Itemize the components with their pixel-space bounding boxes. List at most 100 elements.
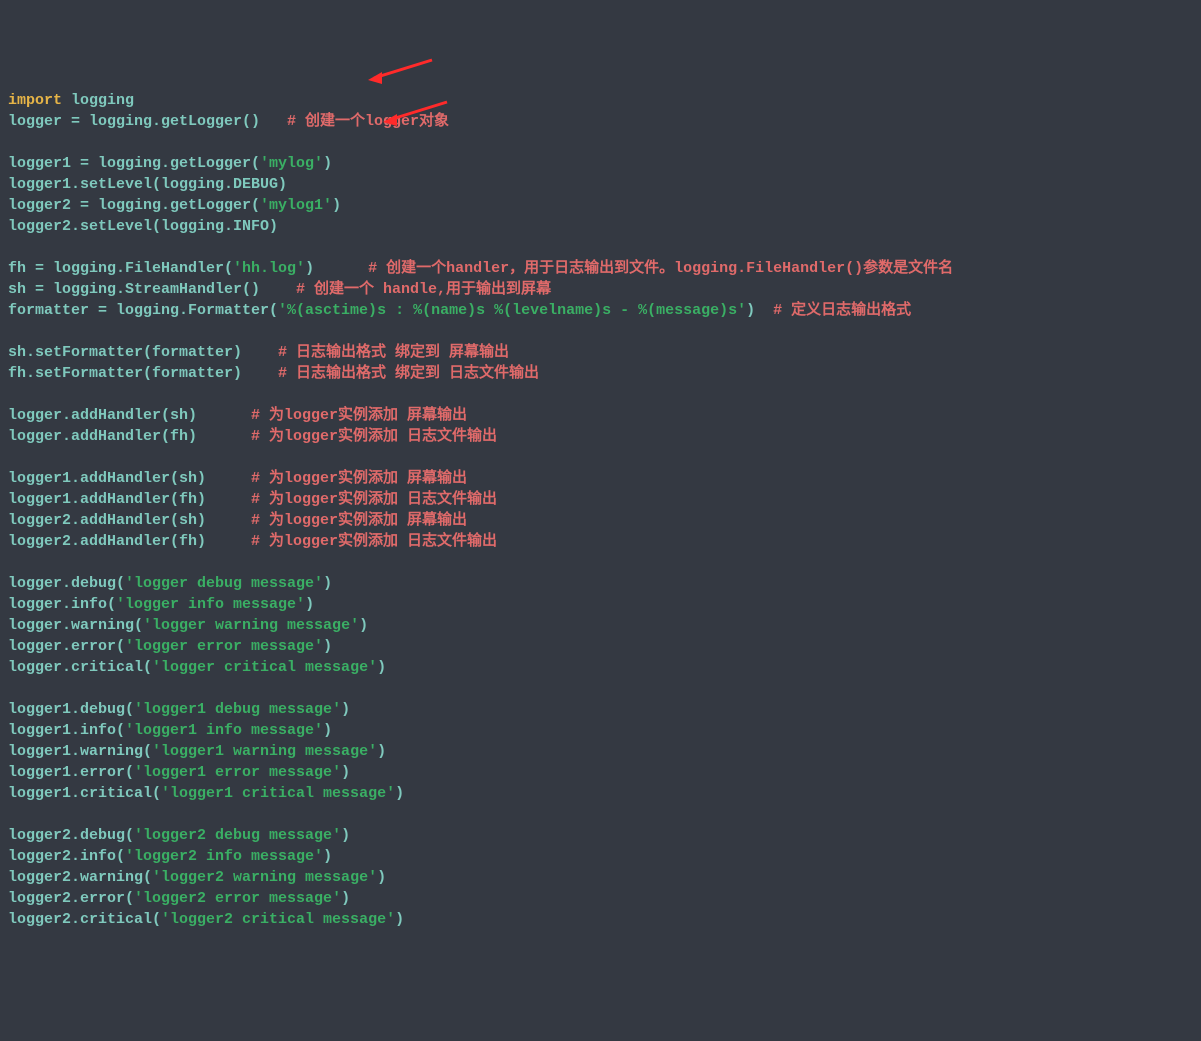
code-line: logger1.addHandler(fh) # 为logger实例添加 日志文… [8, 489, 1193, 510]
code-line: logger2.warning('logger2 warning message… [8, 867, 1193, 888]
code-token: ) [323, 722, 332, 739]
code-token: logger2.addHandler(sh) [8, 512, 251, 529]
code-token: # 创建一个handler，用于日志输出到文件。logging.FileHand… [368, 260, 953, 277]
code-token: import [8, 92, 62, 109]
code-line: logger2.info('logger2 info message') [8, 846, 1193, 867]
code-line: logger2.debug('logger2 debug message') [8, 825, 1193, 846]
code-token: logger2.critical( [8, 911, 161, 928]
code-token: ) [377, 743, 386, 760]
code-token: ) [323, 848, 332, 865]
code-token: logger1.debug( [8, 701, 134, 718]
code-token: logger2.setLevel(logging.INFO) [8, 218, 278, 235]
code-token: 'logger2 debug message' [134, 827, 341, 844]
code-line: logger2 = logging.getLogger('mylog1') [8, 195, 1193, 216]
code-line: logger.warning('logger warning message') [8, 615, 1193, 636]
code-line: fh = logging.FileHandler('hh.log') # 创建一… [8, 258, 1193, 279]
code-line [8, 804, 1193, 825]
code-token: ) [395, 785, 404, 802]
code-line: import logging [8, 90, 1193, 111]
code-token: # 为logger实例添加 日志文件输出 [251, 491, 497, 508]
code-token: ) [341, 890, 350, 907]
code-line [8, 447, 1193, 468]
code-block: import logginglogger = logging.getLogger… [8, 90, 1193, 930]
code-token: # 创建一个logger对象 [287, 113, 449, 130]
code-line: formatter = logging.Formatter('%(asctime… [8, 300, 1193, 321]
code-token: ) [323, 155, 332, 172]
code-token: ) [377, 659, 386, 676]
code-token: sh = logging.StreamHandler() [8, 281, 296, 298]
code-token: 'mylog1' [260, 197, 332, 214]
code-token: # 为logger实例添加 日志文件输出 [251, 428, 497, 445]
code-line: logger1.info('logger1 info message') [8, 720, 1193, 741]
code-token: logger.critical( [8, 659, 152, 676]
code-token: # 为logger实例添加 日志文件输出 [251, 533, 497, 550]
code-line [8, 384, 1193, 405]
code-token: 'logger2 warning message' [152, 869, 377, 886]
code-line: logger.info('logger info message') [8, 594, 1193, 615]
code-token: ) [746, 302, 773, 319]
code-line [8, 552, 1193, 573]
code-line: fh.setFormatter(formatter) # 日志输出格式 绑定到 … [8, 363, 1193, 384]
code-token: 'logger1 debug message' [134, 701, 341, 718]
code-token: 'logger1 warning message' [152, 743, 377, 760]
code-line [8, 132, 1193, 153]
code-token: logger.debug( [8, 575, 125, 592]
code-token: sh.setFormatter(formatter) [8, 344, 278, 361]
code-token: logger1.setLevel(logging.DEBUG) [8, 176, 287, 193]
code-line: logger2.critical('logger2 critical messa… [8, 909, 1193, 930]
code-line: logger2.addHandler(fh) # 为logger实例添加 日志文… [8, 531, 1193, 552]
code-line [8, 321, 1193, 342]
code-token: # 创建一个 handle,用于输出到屏幕 [296, 281, 551, 298]
code-token: logger1.critical( [8, 785, 161, 802]
code-line: logger2.addHandler(sh) # 为logger实例添加 屏幕输… [8, 510, 1193, 531]
code-token: 'hh.log' [233, 260, 305, 277]
code-token: 'logger1 critical message' [161, 785, 395, 802]
code-token: logger = logging.getLogger() [8, 113, 287, 130]
code-line: logger2.setLevel(logging.INFO) [8, 216, 1193, 237]
code-token: logger2 = logging.getLogger( [8, 197, 260, 214]
code-token: 'logger1 error message' [134, 764, 341, 781]
code-line: logger1.addHandler(sh) # 为logger实例添加 屏幕输… [8, 468, 1193, 489]
code-token: logger1 = logging.getLogger( [8, 155, 260, 172]
code-line: logger1.setLevel(logging.DEBUG) [8, 174, 1193, 195]
code-token: 'logger2 critical message' [161, 911, 395, 928]
code-token: logger.info( [8, 596, 116, 613]
code-token: ) [341, 827, 350, 844]
code-token: 'logger critical message' [152, 659, 377, 676]
code-token: 'logger1 info message' [125, 722, 323, 739]
code-token: fh.setFormatter(formatter) [8, 365, 278, 382]
code-token: 'logger warning message' [143, 617, 359, 634]
code-token: ) [305, 260, 368, 277]
code-line: sh = logging.StreamHandler() # 创建一个 hand… [8, 279, 1193, 300]
code-line [8, 237, 1193, 258]
code-token: logger.addHandler(sh) [8, 407, 251, 424]
code-token: formatter = logging.Formatter( [8, 302, 278, 319]
code-token: logger2.addHandler(fh) [8, 533, 251, 550]
code-token: ) [332, 197, 341, 214]
code-token: '%(asctime)s : %(name)s %(levelname)s - … [278, 302, 746, 319]
code-token: ) [395, 911, 404, 928]
code-line: logger1.critical('logger1 critical messa… [8, 783, 1193, 804]
code-token: # 定义日志输出格式 [773, 302, 911, 319]
code-line: logger.critical('logger critical message… [8, 657, 1193, 678]
code-token: ) [341, 764, 350, 781]
code-token: logger.error( [8, 638, 125, 655]
code-line: logger2.error('logger2 error message') [8, 888, 1193, 909]
code-token: 'logger2 error message' [134, 890, 341, 907]
code-token: logger2.info( [8, 848, 125, 865]
code-token: logger2.error( [8, 890, 134, 907]
code-token: logger1.info( [8, 722, 125, 739]
code-token: # 为logger实例添加 屏幕输出 [251, 407, 467, 424]
code-token: ) [323, 575, 332, 592]
code-line: logger = logging.getLogger() # 创建一个logge… [8, 111, 1193, 132]
code-line: logger1.error('logger1 error message') [8, 762, 1193, 783]
code-line: sh.setFormatter(formatter) # 日志输出格式 绑定到 … [8, 342, 1193, 363]
code-line: logger.debug('logger debug message') [8, 573, 1193, 594]
code-line: logger.addHandler(fh) # 为logger实例添加 日志文件… [8, 426, 1193, 447]
code-token: logging [62, 92, 134, 109]
code-token: ) [359, 617, 368, 634]
code-token: ) [305, 596, 314, 613]
annotation-arrow-icon [366, 58, 436, 86]
code-token: ) [377, 869, 386, 886]
code-token: # 日志输出格式 绑定到 日志文件输出 [278, 365, 539, 382]
